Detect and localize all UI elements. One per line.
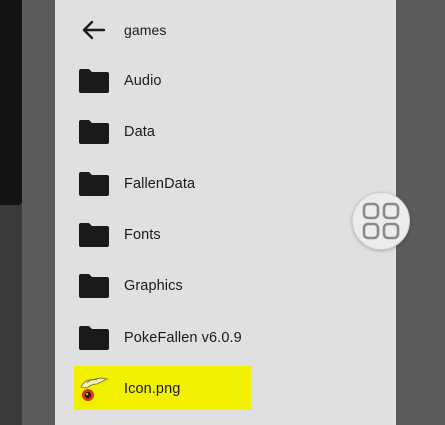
list-item-pokefallen[interactable]: PokeFallen v6.0.9 xyxy=(55,315,396,361)
folder-icon xyxy=(77,170,111,198)
list-item-label: Data xyxy=(124,124,156,140)
folder-icon xyxy=(77,221,111,249)
list-item-label: Graphics xyxy=(124,278,183,294)
back-arrow-icon[interactable] xyxy=(77,16,111,44)
list-item-label: Fonts xyxy=(124,227,161,243)
list-item-icon-png[interactable]: Icon.png xyxy=(55,366,396,412)
list-item-fallendata[interactable]: FallenData xyxy=(55,161,396,207)
list-item-label: Icon.png xyxy=(124,381,181,397)
background-app-panel-top xyxy=(0,0,22,205)
folder-icon xyxy=(77,324,111,352)
current-folder-label: games xyxy=(124,22,167,38)
grid-menu-icon xyxy=(362,202,400,240)
file-picker-dialog: games Audio Data FallenData Fonts Graphi… xyxy=(55,0,396,425)
back-button[interactable]: games xyxy=(55,7,396,53)
background-app-panel xyxy=(0,0,22,425)
list-item-fonts[interactable]: Fonts xyxy=(55,212,396,258)
list-item-label: Audio xyxy=(124,73,162,89)
folder-icon xyxy=(77,67,111,95)
folder-icon xyxy=(77,272,111,300)
list-item-audio[interactable]: Audio xyxy=(55,58,396,104)
list-item-graphics[interactable]: Graphics xyxy=(55,263,396,309)
image-thumbnail-icon xyxy=(77,375,111,403)
list-item-label: FallenData xyxy=(124,176,196,192)
folder-icon xyxy=(77,118,111,146)
floating-grid-menu-button[interactable] xyxy=(352,192,410,250)
list-item-data[interactable]: Data xyxy=(55,109,396,155)
list-item-label: PokeFallen v6.0.9 xyxy=(124,330,242,346)
